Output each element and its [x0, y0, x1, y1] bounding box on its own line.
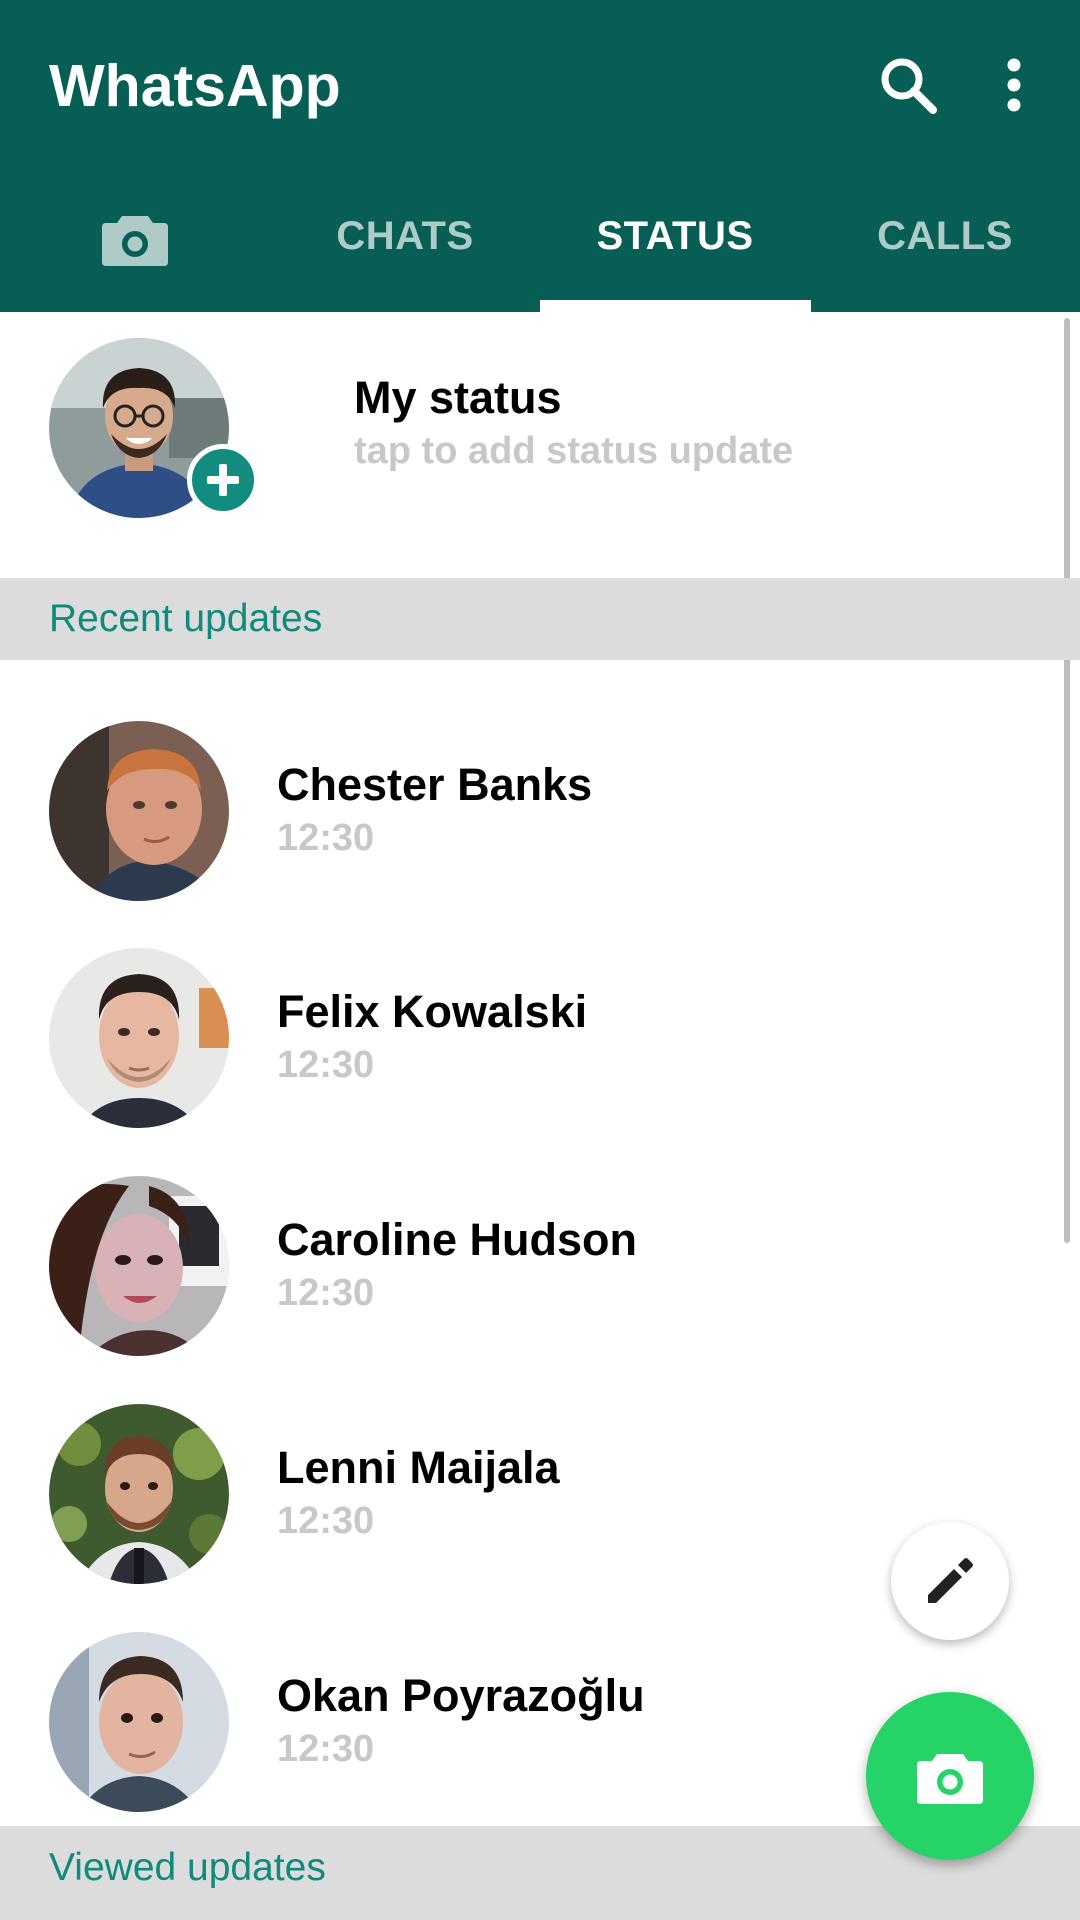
pencil-icon	[928, 1558, 973, 1603]
status-item[interactable]: Felix Kowalski 12:30	[0, 948, 1000, 1176]
search-button[interactable]	[868, 45, 948, 125]
contact-name: Caroline Hudson	[277, 1214, 638, 1265]
my-status-title: My status	[354, 372, 562, 423]
camera-icon	[102, 216, 168, 266]
status-item[interactable]: Chester Banks 12:30	[0, 721, 1000, 949]
status-time: 12:30	[277, 817, 375, 859]
tab-bar: CHATS STATUS CALLS	[0, 190, 1080, 312]
avatar	[49, 1176, 229, 1356]
status-time: 12:30	[277, 1500, 375, 1542]
avatar	[49, 721, 229, 901]
recent-updates-header: Recent updates	[0, 578, 1080, 660]
camera-status-button[interactable]	[866, 1692, 1034, 1860]
add-status-badge[interactable]	[187, 444, 259, 516]
contact-name: Lenni Maijala	[277, 1442, 560, 1493]
avatar	[49, 948, 229, 1128]
active-tab-indicator	[540, 300, 811, 312]
status-time: 12:30	[277, 1272, 375, 1314]
search-icon	[881, 58, 937, 114]
tab-calls[interactable]: CALLS	[810, 190, 1080, 312]
status-item[interactable]: Caroline Hudson 12:30	[0, 1176, 1000, 1404]
app-bar: WhatsApp CHATS STATUS CALLS	[0, 0, 1080, 312]
status-time: 12:30	[277, 1044, 375, 1086]
contact-name: Okan Poyrazoğlu	[277, 1670, 645, 1721]
contact-name: Felix Kowalski	[277, 986, 588, 1037]
avatar	[49, 1404, 229, 1584]
tab-status[interactable]: STATUS	[540, 190, 810, 312]
app-title: WhatsApp	[49, 53, 341, 119]
status-time: 12:30	[277, 1728, 375, 1770]
plus-icon	[207, 464, 239, 496]
more-vertical-icon	[1007, 58, 1021, 112]
my-status-subtitle: tap to add status update	[354, 430, 794, 472]
contact-name: Chester Banks	[277, 759, 593, 810]
tab-chats[interactable]: CHATS	[270, 190, 540, 312]
my-status-row[interactable]: My status tap to add status update	[0, 312, 1080, 578]
text-status-button[interactable]	[891, 1522, 1009, 1640]
avatar	[49, 1632, 229, 1812]
status-item[interactable]: Lenni Maijala 12:30	[0, 1404, 1000, 1632]
tab-camera[interactable]	[0, 190, 270, 312]
more-options-button[interactable]	[984, 45, 1044, 125]
camera-icon	[917, 1754, 983, 1804]
